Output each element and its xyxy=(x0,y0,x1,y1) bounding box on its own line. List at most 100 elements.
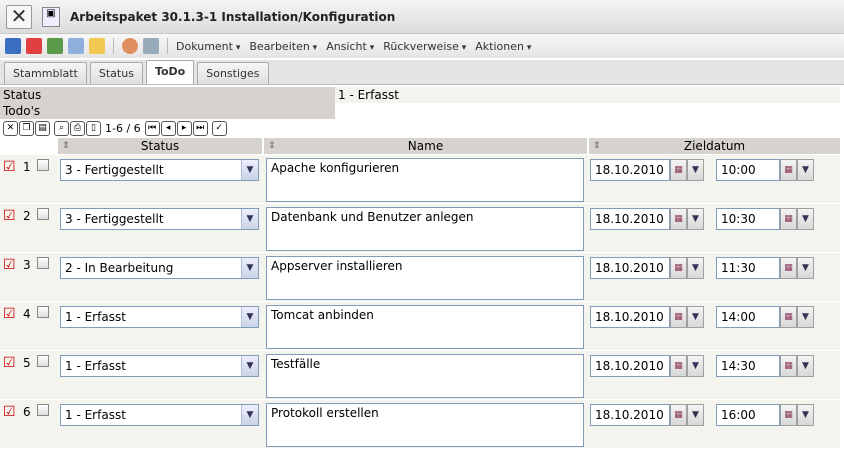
menu-ansicht[interactable]: Ansicht xyxy=(326,40,374,53)
user-icon[interactable] xyxy=(122,38,138,54)
name-textarea[interactable]: Protokoll erstellen xyxy=(266,403,584,447)
chevron-down-icon[interactable]: ▼ xyxy=(241,405,258,425)
calendar-icon[interactable]: ▦ xyxy=(670,159,687,181)
chevron-down-icon[interactable]: ▼ xyxy=(687,257,704,279)
time-input[interactable]: 14:30 xyxy=(716,355,780,377)
chevron-down-icon[interactable]: ▼ xyxy=(797,306,814,328)
chevron-down-icon[interactable]: ▼ xyxy=(687,306,704,328)
time-input[interactable]: 11:30 xyxy=(716,257,780,279)
status-select[interactable]: 1 - Erfasst ▼ xyxy=(60,306,259,328)
save-icon[interactable] xyxy=(5,38,21,54)
name-textarea[interactable]: Appserver installieren xyxy=(266,256,584,300)
chevron-down-icon[interactable]: ▼ xyxy=(797,355,814,377)
close-icon[interactable]: ✕ xyxy=(6,4,32,29)
clock-picker-icon[interactable]: ▦ xyxy=(780,257,797,279)
chevron-down-icon[interactable]: ▼ xyxy=(241,160,258,180)
status-select[interactable]: 3 - Fertiggestellt ▼ xyxy=(60,208,259,230)
name-textarea[interactable]: Testfälle xyxy=(266,354,584,398)
clock-picker-icon[interactable]: ▦ xyxy=(780,306,797,328)
status-select[interactable]: 1 - Erfasst ▼ xyxy=(60,355,259,377)
calendar-icon[interactable]: ▦ xyxy=(670,306,687,328)
time-input[interactable]: 10:00 xyxy=(716,159,780,181)
chevron-down-icon[interactable]: ▼ xyxy=(797,159,814,181)
column-header-status[interactable]: ⇕ Status xyxy=(58,138,262,154)
confirm-icon[interactable]: ✓ xyxy=(211,121,227,136)
tab-bar: Stammblatt Status ToDo Sonstiges xyxy=(0,60,844,85)
row-checkbox[interactable] xyxy=(37,404,49,416)
tab-todo[interactable]: ToDo xyxy=(145,60,195,84)
todo-icon: ☑ xyxy=(3,355,16,371)
chevron-down-icon[interactable]: ▼ xyxy=(241,307,258,327)
table-row: ☑ 1 3 - Fertiggestellt ▼ Apache konfiguri… xyxy=(0,155,840,204)
menu-dokument[interactable]: Dokument xyxy=(176,40,240,53)
tab-status[interactable]: Status xyxy=(89,62,143,84)
menu-bearbeiten[interactable]: Bearbeiten xyxy=(249,40,317,53)
row-checkbox[interactable] xyxy=(37,306,49,318)
name-textarea[interactable]: Datenbank und Benutzer anlegen xyxy=(266,207,584,251)
status-value: 1 - Erfasst xyxy=(335,87,840,103)
delete-row-icon[interactable]: ✕ xyxy=(3,121,18,136)
calendar-icon[interactable]: ▦ xyxy=(670,404,687,426)
calendar-icon[interactable]: ▦ xyxy=(670,355,687,377)
clock-picker-icon[interactable]: ▦ xyxy=(780,355,797,377)
status-select[interactable]: 2 - In Bearbeitung ▼ xyxy=(60,257,259,279)
search-icon[interactable]: ⌕ xyxy=(54,121,69,136)
clock-picker-icon[interactable]: ▦ xyxy=(780,208,797,230)
name-textarea[interactable]: Apache konfigurieren xyxy=(266,158,584,202)
print-icon[interactable]: ⎙ xyxy=(70,121,85,136)
row-checkbox[interactable] xyxy=(37,355,49,367)
chevron-down-icon[interactable]: ▼ xyxy=(241,356,258,376)
chevron-down-icon[interactable]: ▼ xyxy=(797,404,814,426)
chevron-down-icon[interactable]: ▼ xyxy=(687,355,704,377)
row-checkbox[interactable] xyxy=(37,257,49,269)
sort-icon[interactable]: ⇕ xyxy=(62,138,70,154)
prev-page-icon[interactable]: ◂ xyxy=(160,121,176,136)
chevron-down-icon[interactable]: ▼ xyxy=(797,257,814,279)
time-input[interactable]: 10:30 xyxy=(716,208,780,230)
copy-icon[interactable] xyxy=(68,38,84,54)
column-header-name[interactable]: ⇕ Name xyxy=(264,138,587,154)
column-header-zieldatum[interactable]: ⇕ Zieldatum xyxy=(589,138,840,154)
tab-stammblatt[interactable]: Stammblatt xyxy=(4,62,87,84)
contacts-icon[interactable] xyxy=(143,38,159,54)
table-row: ☑ 2 3 - Fertiggestellt ▼ Datenbank und Be… xyxy=(0,204,840,253)
paste-row-icon[interactable]: ▤ xyxy=(35,121,50,136)
copy-row-icon[interactable]: ❐ xyxy=(19,121,34,136)
tab-sonstiges[interactable]: Sonstiges xyxy=(197,62,269,84)
next-page-icon[interactable]: ▸ xyxy=(176,121,192,136)
date-input[interactable]: 18.10.2010 xyxy=(590,355,670,377)
clock-picker-icon[interactable]: ▦ xyxy=(780,404,797,426)
time-input[interactable]: 16:00 xyxy=(716,404,780,426)
calendar-icon[interactable]: ▦ xyxy=(670,208,687,230)
date-input[interactable]: 18.10.2010 xyxy=(590,306,670,328)
status-select[interactable]: 1 - Erfasst ▼ xyxy=(60,404,259,426)
first-page-icon[interactable]: ⏮ xyxy=(144,121,160,136)
sort-icon[interactable]: ⇕ xyxy=(593,138,601,154)
chevron-down-icon[interactable]: ▼ xyxy=(687,159,704,181)
menu-rueckverweise[interactable]: Rückverweise xyxy=(383,40,466,53)
chevron-down-icon[interactable]: ▼ xyxy=(687,208,704,230)
delete-icon[interactable] xyxy=(26,38,42,54)
chevron-down-icon[interactable]: ▼ xyxy=(797,208,814,230)
import-icon[interactable] xyxy=(47,38,63,54)
status-select[interactable]: 3 - Fertiggestellt ▼ xyxy=(60,159,259,181)
last-page-icon[interactable]: ⏭ xyxy=(192,121,208,136)
date-input[interactable]: 18.10.2010 xyxy=(590,257,670,279)
sort-icon[interactable]: ⇕ xyxy=(268,138,276,154)
date-input[interactable]: 18.10.2010 xyxy=(590,159,670,181)
name-textarea[interactable]: Tomcat anbinden xyxy=(266,305,584,349)
chevron-down-icon[interactable]: ▼ xyxy=(241,209,258,229)
time-input[interactable]: 14:00 xyxy=(716,306,780,328)
row-checkbox[interactable] xyxy=(37,159,49,171)
chevron-down-icon[interactable]: ▼ xyxy=(687,404,704,426)
clock-picker-icon[interactable]: ▦ xyxy=(780,159,797,181)
row-checkbox[interactable] xyxy=(37,208,49,220)
calendar-icon[interactable]: ▦ xyxy=(670,257,687,279)
folder-icon[interactable] xyxy=(89,38,105,54)
divider xyxy=(113,38,114,54)
new-row-icon[interactable]: ▯ xyxy=(86,121,101,136)
chevron-down-icon[interactable]: ▼ xyxy=(241,258,258,278)
menu-aktionen[interactable]: Aktionen xyxy=(475,40,531,53)
date-input[interactable]: 18.10.2010 xyxy=(590,208,670,230)
date-input[interactable]: 18.10.2010 xyxy=(590,404,670,426)
